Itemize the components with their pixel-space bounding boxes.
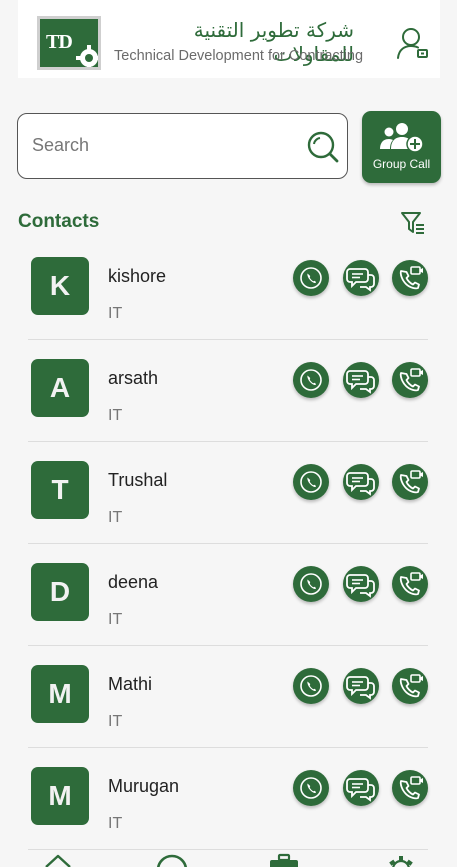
contact-department: IT (108, 713, 123, 730)
group-add-icon (380, 123, 424, 153)
video-call-button[interactable] (392, 464, 428, 500)
user-lock-icon[interactable] (396, 26, 430, 60)
contact-avatar: D (31, 563, 89, 621)
chat-button[interactable] (343, 770, 379, 806)
search-placeholder: Search (32, 135, 90, 155)
briefcase-icon[interactable] (268, 853, 300, 867)
voice-call-button[interactable] (293, 770, 329, 806)
group-call-button[interactable]: Group Call (362, 111, 441, 183)
gear-icon (76, 45, 98, 67)
chat-icon (346, 574, 375, 598)
voice-call-button[interactable] (293, 566, 329, 602)
app-header: TD شركة تطوير التقنية للمقاولات Technica… (18, 0, 440, 78)
company-name-english: Technical Development for Contracting (114, 48, 364, 64)
video-call-icon (399, 572, 423, 596)
contact-avatar: K (31, 257, 89, 315)
phone-icon (300, 573, 322, 595)
chat-icon (346, 778, 375, 802)
phone-icon (300, 267, 322, 289)
contact-name: Mathi (108, 674, 153, 694)
video-call-button[interactable] (392, 566, 428, 602)
contact-name: deena (108, 572, 159, 592)
phone-icon (300, 675, 322, 697)
contact-row[interactable]: M Mathi IT (0, 648, 457, 750)
search-icon[interactable] (306, 130, 340, 164)
company-logo: TD (37, 16, 101, 70)
voice-call-button[interactable] (293, 362, 329, 398)
chat-icon (346, 268, 375, 292)
contact-row[interactable]: K kishore IT (0, 240, 457, 342)
voice-call-button[interactable] (293, 464, 329, 500)
phone-icon (300, 777, 322, 799)
contact-avatar: A (31, 359, 89, 417)
chat-button[interactable] (343, 362, 379, 398)
video-call-button[interactable] (392, 668, 428, 704)
video-call-icon (399, 470, 423, 494)
search-input[interactable]: Search (17, 113, 348, 179)
contact-department: IT (108, 611, 123, 628)
chat-icon (346, 676, 375, 700)
video-call-button[interactable] (392, 260, 428, 296)
logo-text: TD (46, 31, 73, 53)
voice-call-button[interactable] (293, 260, 329, 296)
contact-department: IT (108, 407, 123, 424)
video-call-icon (399, 776, 423, 800)
search-nav-icon[interactable] (155, 853, 191, 867)
group-call-label: Group Call (372, 157, 431, 171)
contact-avatar: T (31, 461, 89, 519)
contact-avatar: M (31, 767, 89, 825)
video-call-icon (399, 368, 423, 392)
video-call-icon (399, 674, 423, 698)
bottom-navigation (0, 845, 457, 867)
chat-button[interactable] (343, 668, 379, 704)
home-icon[interactable] (44, 853, 72, 867)
video-call-button[interactable] (392, 770, 428, 806)
voice-call-button[interactable] (293, 668, 329, 704)
chat-button[interactable] (343, 566, 379, 602)
contact-row[interactable]: D deena IT (0, 546, 457, 648)
contact-row[interactable]: M Murugan IT (0, 750, 457, 852)
chat-icon (346, 472, 375, 496)
phone-icon (300, 471, 322, 493)
video-call-button[interactable] (392, 362, 428, 398)
contact-department: IT (108, 815, 123, 832)
settings-icon[interactable] (386, 853, 416, 867)
contact-department: IT (108, 509, 123, 526)
chat-button[interactable] (343, 464, 379, 500)
contact-name: kishore (108, 266, 167, 286)
contact-row[interactable]: A arsath IT (0, 342, 457, 444)
contact-name: Murugan (108, 776, 180, 796)
filter-icon[interactable] (400, 210, 426, 236)
video-call-icon (399, 266, 423, 290)
contact-avatar: M (31, 665, 89, 723)
phone-icon (300, 369, 322, 391)
contact-name: arsath (108, 368, 159, 388)
contacts-title: Contacts (18, 211, 100, 232)
chat-icon (346, 370, 375, 394)
contact-name: Trushal (108, 470, 168, 490)
contact-row[interactable]: T Trushal IT (0, 444, 457, 546)
contact-department: IT (108, 305, 123, 322)
chat-button[interactable] (343, 260, 379, 296)
